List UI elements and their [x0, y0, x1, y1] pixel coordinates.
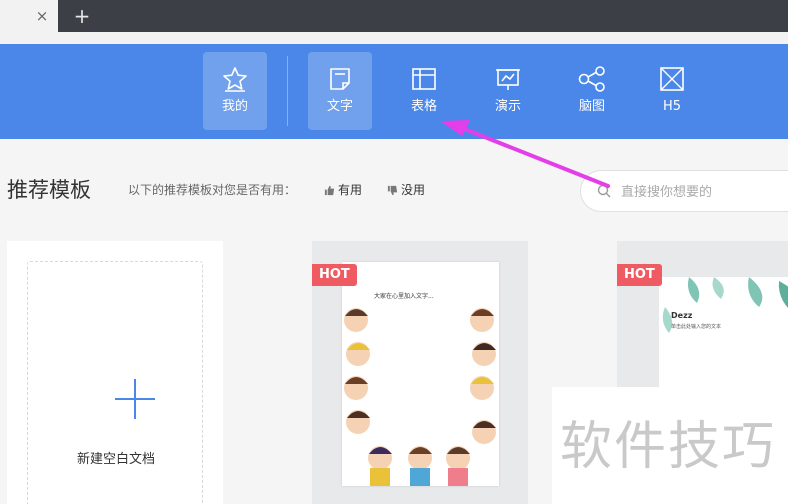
type-tab-label: 我的 — [221, 99, 248, 114]
template-search[interactable] — [580, 170, 788, 212]
type-tab-label: H5 — [662, 99, 682, 114]
type-tab-label: 表格 — [410, 99, 437, 114]
new-tab-icon[interactable]: + — [72, 6, 92, 26]
search-icon — [597, 184, 611, 198]
new-blank-document-label: 新建空白文档 — [76, 452, 155, 467]
type-tab-label: 演示 — [494, 99, 521, 114]
useful-button[interactable]: 有用 — [324, 182, 362, 198]
browser-tab-strip: × + — [0, 0, 788, 32]
star-icon — [223, 67, 247, 92]
type-tab-mine[interactable]: 我的 — [203, 52, 267, 130]
type-tab-mindmap[interactable]: 脑图 — [560, 52, 624, 130]
address-area — [0, 32, 788, 44]
plus-icon — [115, 379, 155, 419]
type-tab-spreadsheet[interactable]: 表格 — [392, 52, 456, 130]
hot-badge: HOT — [312, 264, 357, 286]
type-tab-label: 脑图 — [578, 99, 605, 114]
watermark-text: 软件技巧 — [560, 417, 777, 477]
feedback-prompt: 以下的推荐模板对您是否有用： — [128, 183, 297, 197]
useless-button[interactable]: 没用 — [387, 182, 425, 198]
spreadsheet-icon — [412, 68, 436, 90]
mindmap-icon — [578, 66, 605, 92]
document-type-bar: 我的 文字 表格 演示 脑图 H5 — [0, 44, 788, 139]
close-tab-icon[interactable]: × — [33, 7, 51, 25]
template-brand: Dezz — [671, 311, 693, 320]
type-tab-text[interactable]: 文字 — [308, 52, 372, 130]
page-title: 推荐模板 — [7, 178, 91, 202]
template-card[interactable]: 大家在心里加入文字... HOT — [312, 241, 528, 504]
blank-card-border: 新建空白文档 — [27, 261, 203, 504]
thumbs-down-icon — [387, 185, 398, 196]
type-tab-h5[interactable]: H5 — [640, 52, 704, 130]
active-tab[interactable]: × — [0, 0, 58, 32]
h5-icon — [660, 67, 684, 91]
document-icon — [330, 68, 350, 90]
hot-badge: HOT — [617, 264, 662, 286]
search-input[interactable] — [621, 182, 788, 202]
useless-label: 没用 — [401, 183, 426, 197]
typebar-divider — [287, 56, 288, 126]
cartoon-kids-illustration — [344, 308, 496, 486]
template-caption: 单击此处输入您的文本 — [671, 324, 722, 330]
thumbs-up-icon — [324, 185, 335, 196]
type-tab-label: 文字 — [326, 99, 353, 114]
presentation-icon — [496, 69, 520, 90]
template-thumbnail: 大家在心里加入文字... — [342, 262, 499, 486]
watermark: 软件技巧 — [552, 387, 788, 504]
useful-label: 有用 — [338, 183, 363, 197]
new-blank-document-card[interactable]: 新建空白文档 — [7, 241, 223, 504]
type-tab-presentation[interactable]: 演示 — [476, 52, 540, 130]
